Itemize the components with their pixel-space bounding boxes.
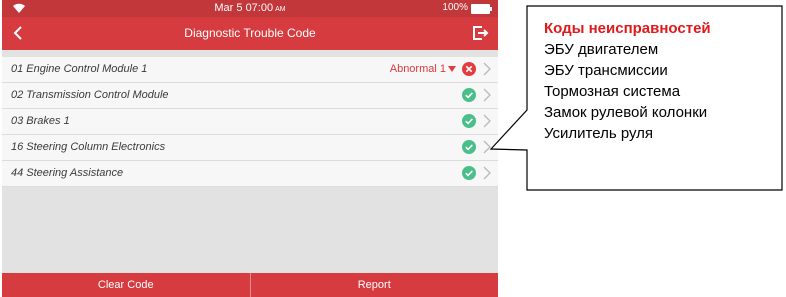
chevron-right-icon xyxy=(483,114,491,128)
caret-down-icon[interactable] xyxy=(448,66,456,72)
status-time: Mar 5 07:00 AM xyxy=(2,2,498,14)
chevron-right-icon xyxy=(483,62,491,76)
callout-title: Коды неисправностей xyxy=(544,20,711,37)
clear-code-button[interactable]: Clear Code xyxy=(2,273,250,297)
battery-percentage: 100% xyxy=(442,2,468,13)
exit-icon[interactable] xyxy=(470,23,490,43)
status-bar: Mar 5 07:00 AM 100% xyxy=(2,0,498,17)
title-bar: Diagnostic Trouble Code xyxy=(2,17,498,50)
status-time-text: Mar 5 07:00 xyxy=(214,2,274,14)
callout-item: ЭБУ двигателем xyxy=(544,41,659,58)
page-title: Diagnostic Trouble Code xyxy=(184,26,316,40)
list-item-transmission-control-module[interactable]: 02 Transmission Control Module xyxy=(2,83,498,109)
callout-item: Усилитель руля xyxy=(544,125,654,142)
chevron-right-icon xyxy=(483,140,491,154)
battery-icon xyxy=(471,4,492,14)
check-circle-icon xyxy=(462,140,476,154)
error-circle-icon xyxy=(462,62,476,76)
module-name: 01 Engine Control Module 1 xyxy=(11,63,148,75)
module-name: 16 Steering Column Electronics xyxy=(11,141,166,153)
check-circle-icon xyxy=(462,166,476,180)
module-name: 02 Transmission Control Module xyxy=(11,89,169,101)
callout-item: ЭБУ трансмиссии xyxy=(544,62,668,79)
list-item-steering-column-electronics[interactable]: 16 Steering Column Electronics xyxy=(2,135,498,161)
status-ampm: AM xyxy=(275,6,286,13)
device-screen: Mar 5 07:00 AM 100% Diagnostic Trouble Co… xyxy=(2,0,498,297)
module-name: 03 Brakes 1 xyxy=(11,115,70,127)
callout-item: Замок рулевой колонки xyxy=(544,104,708,121)
check-circle-icon xyxy=(462,114,476,128)
list-item-brakes[interactable]: 03 Brakes 1 xyxy=(2,109,498,135)
module-list: 01 Engine Control Module 1 Abnormal 1 02… xyxy=(2,57,498,187)
callout-text: Коды неисправностей ЭБУ двигателем ЭБУ т… xyxy=(544,18,780,144)
chevron-right-icon xyxy=(483,88,491,102)
list-item-engine-control-module[interactable]: 01 Engine Control Module 1 Abnormal 1 xyxy=(2,57,498,83)
chevron-right-icon xyxy=(483,166,491,180)
check-circle-icon xyxy=(462,88,476,102)
bottom-action-bar: Clear Code Report xyxy=(2,273,498,297)
list-item-steering-assistance[interactable]: 44 Steering Assistance xyxy=(2,161,498,187)
callout-item: Тормозная система xyxy=(544,83,681,100)
module-name: 44 Steering Assistance xyxy=(11,167,124,179)
status-badge: Abnormal 1 xyxy=(389,63,446,75)
report-button[interactable]: Report xyxy=(251,273,499,297)
